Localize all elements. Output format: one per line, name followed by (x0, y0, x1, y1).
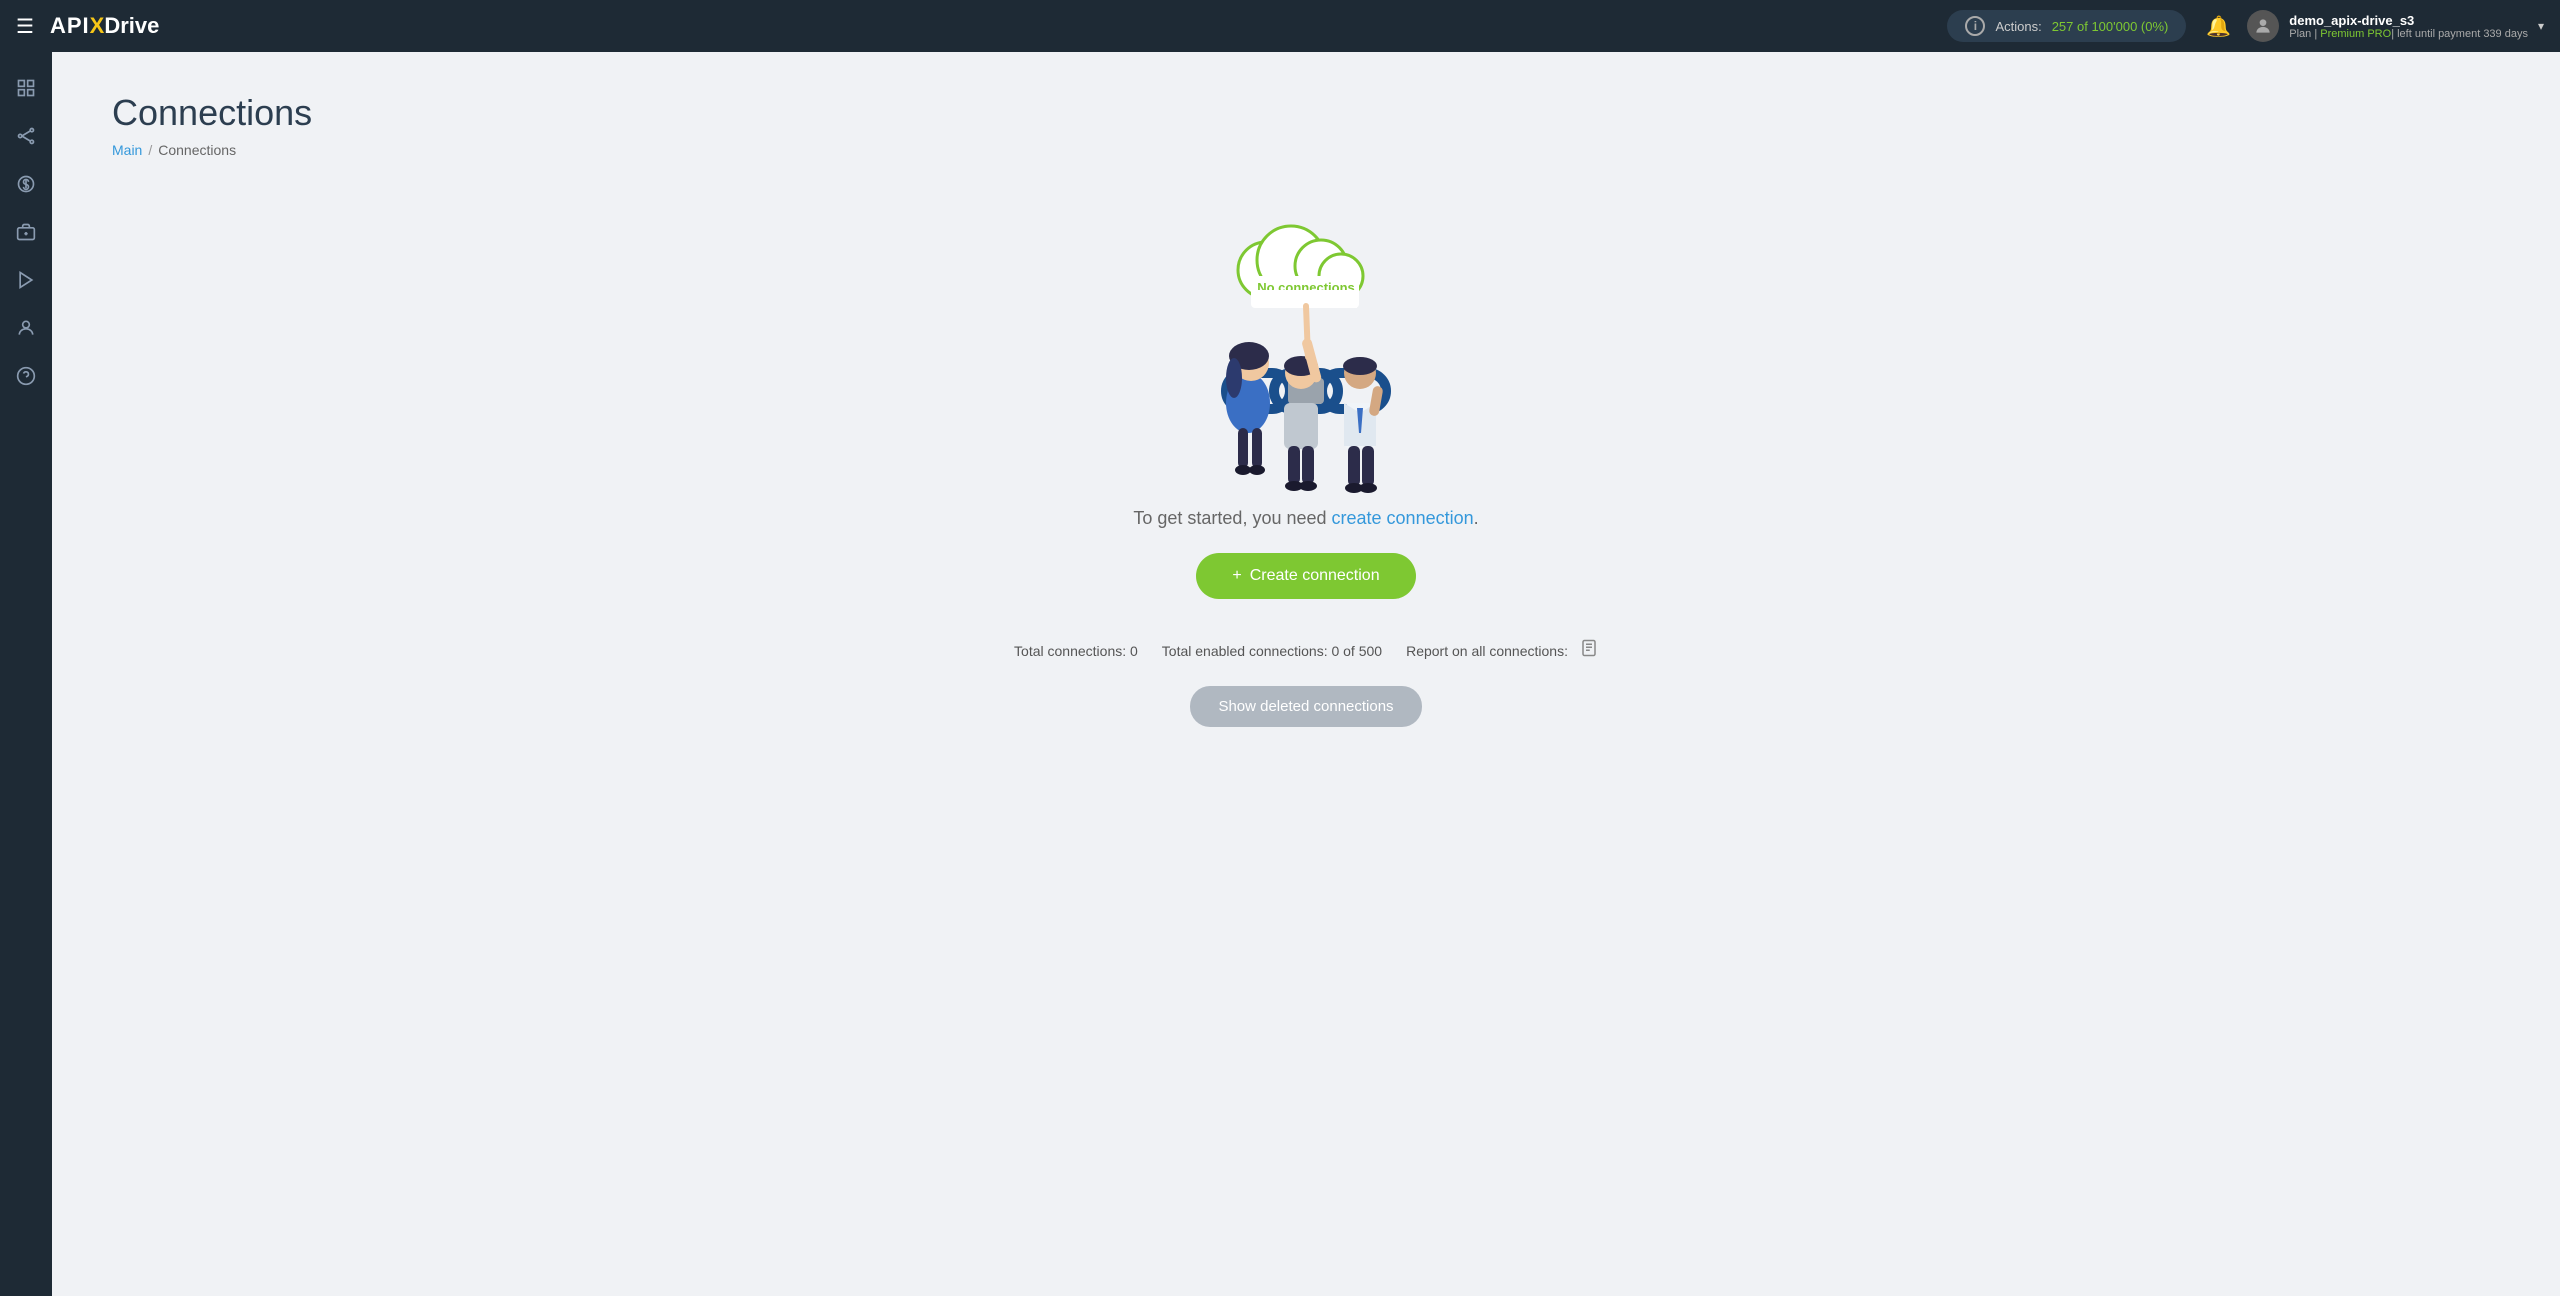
logo: APIXDrive (50, 13, 159, 39)
user-avatar (2247, 10, 2279, 42)
info-icon: i (1965, 16, 1985, 36)
sidebar-item-help[interactable] (6, 356, 46, 396)
stats-row: Total connections: 0 Total enabled conne… (1014, 639, 1598, 662)
user-plan: Plan | Premium PRO| left until payment 3… (2289, 28, 2528, 40)
sidebar-item-billing[interactable] (6, 164, 46, 204)
empty-state-illustration: No connections (1136, 218, 1476, 508)
logo-api-text: API (50, 13, 90, 39)
logo-x-text: X (90, 13, 105, 39)
app-body: Connections Main / Connections (0, 52, 2560, 1296)
breadcrumb-separator: / (148, 142, 152, 158)
main-content: Connections Main / Connections (52, 52, 2560, 1296)
report-icon[interactable] (1580, 639, 1598, 662)
actions-value: 257 of 100'000 (0%) (2052, 19, 2169, 34)
sidebar-item-tools[interactable] (6, 212, 46, 252)
create-btn-plus: + (1232, 567, 1241, 585)
menu-icon[interactable]: ☰ (16, 14, 34, 39)
bell-icon[interactable]: 🔔 (2206, 14, 2231, 39)
breadcrumb-current: Connections (158, 142, 236, 158)
create-btn-label: Create connection (1250, 567, 1380, 585)
user-section[interactable]: demo_apix-drive_s3 Plan | Premium PRO| l… (2247, 10, 2544, 42)
plan-highlight: Premium PRO (2317, 28, 2391, 40)
sidebar-item-profile[interactable] (6, 308, 46, 348)
sidebar-item-connections[interactable] (6, 116, 46, 156)
logo-drive-text: Drive (104, 13, 159, 39)
actions-label: Actions: (1995, 19, 2041, 34)
sidebar-item-home[interactable] (6, 68, 46, 108)
topnav-right: 🔔 demo_apix-drive_s3 Plan | Premium PRO|… (2206, 10, 2544, 42)
user-name: demo_apix-drive_s3 (2289, 13, 2528, 28)
report-label: Report on all connections: (1406, 643, 1568, 659)
chevron-down-icon: ▾ (2538, 19, 2544, 33)
total-enabled-stat: Total enabled connections: 0 of 500 (1162, 643, 1382, 659)
get-started-text: To get started, you need create connecti… (1133, 508, 1478, 529)
show-deleted-connections-button[interactable]: Show deleted connections (1190, 686, 1421, 727)
breadcrumb-main[interactable]: Main (112, 142, 142, 158)
breadcrumb: Main / Connections (112, 142, 2500, 158)
sidebar-item-media[interactable] (6, 260, 46, 300)
create-connection-link[interactable]: create connection (1332, 508, 1474, 528)
actions-counter: i Actions: 257 of 100'000 (0%) (1947, 10, 2186, 42)
get-started-suffix: . (1474, 508, 1479, 528)
get-started-prefix: To get started, you need (1133, 508, 1331, 528)
sidebar (0, 52, 52, 1296)
empty-state-card: No connections (112, 198, 2500, 767)
user-info: demo_apix-drive_s3 Plan | Premium PRO| l… (2289, 13, 2528, 40)
topnav: ☰ APIXDrive i Actions: 257 of 100'000 (0… (0, 0, 2560, 52)
total-connections-stat: Total connections: 0 (1014, 643, 1138, 659)
create-connection-button[interactable]: + Create connection (1196, 553, 1415, 599)
page-title: Connections (112, 92, 2500, 134)
